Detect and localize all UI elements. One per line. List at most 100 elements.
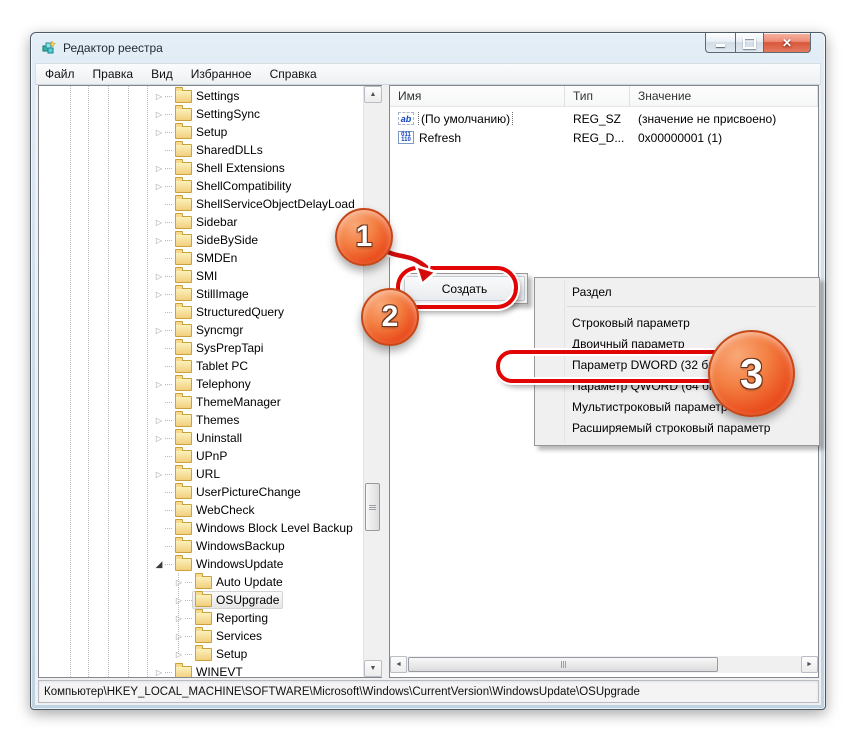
value-name-cell[interactable]: 011110Refresh bbox=[390, 131, 565, 145]
tree-item-group[interactable]: ShellServiceObjectDelayLoad bbox=[172, 195, 359, 213]
tree-item-group[interactable]: StillImage bbox=[172, 285, 253, 303]
submenu-item-3[interactable]: Строковый параметр bbox=[538, 312, 816, 333]
tree-item[interactable]: SharedDLLs bbox=[39, 141, 267, 159]
tree-item-group[interactable]: Setup bbox=[192, 645, 251, 663]
tree-item[interactable]: ▷ WINEVT bbox=[39, 663, 247, 678]
tree-item[interactable]: Windows Block Level Backup bbox=[39, 519, 357, 537]
tree-item[interactable]: ▷ SMI bbox=[39, 267, 221, 285]
expander-collapsed-icon[interactable]: ▷ bbox=[153, 272, 165, 281]
scroll-down-button[interactable]: ▼ bbox=[364, 660, 382, 677]
list-horizontal-scrollbar[interactable]: ◄ ► bbox=[390, 656, 818, 673]
submenu-item-8[interactable]: Расширяемый строковый параметр bbox=[538, 417, 816, 438]
tree-item-group[interactable]: UPnP bbox=[172, 447, 231, 465]
tree-vertical-scrollbar[interactable]: ▲ ▼ bbox=[363, 86, 382, 677]
tree-item[interactable]: ThemeManager bbox=[39, 393, 285, 411]
tree-item-group[interactable]: SideBySide bbox=[172, 231, 262, 249]
tree-item-group[interactable]: Sidebar bbox=[172, 213, 241, 231]
tree-item-group[interactable]: ShellCompatibility bbox=[172, 177, 295, 195]
menu-item-create[interactable]: Создать ▶ bbox=[404, 276, 525, 301]
tree-item-group[interactable]: Auto Update bbox=[192, 573, 287, 591]
value-name-cell[interactable]: ab(По умолчанию) bbox=[390, 112, 565, 126]
tree-item-group[interactable]: URL bbox=[172, 465, 224, 483]
tree-item[interactable]: ▷OSUpgrade bbox=[39, 591, 283, 609]
tree-item[interactable]: ▷Uninstall bbox=[39, 429, 246, 447]
tree-item-group[interactable]: SMI bbox=[172, 267, 221, 285]
titlebar[interactable]: Редактор реестра ✕ bbox=[31, 33, 825, 63]
column-header-3[interactable]: Значение bbox=[630, 86, 818, 106]
expander-expanded-icon[interactable]: ◢ bbox=[153, 559, 165, 570]
expander-collapsed-icon[interactable]: ▷ bbox=[153, 290, 165, 299]
tree-item-group[interactable]: UserPictureChange bbox=[172, 483, 305, 501]
column-header-2[interactable]: Тип bbox=[565, 86, 630, 106]
minimize-button[interactable] bbox=[705, 33, 735, 53]
value-row[interactable]: ab(По умолчанию)REG_SZ(значение не присв… bbox=[390, 109, 818, 128]
expander-collapsed-icon[interactable]: ▷ bbox=[153, 470, 165, 479]
expander-collapsed-icon[interactable]: ▷ bbox=[153, 182, 165, 191]
tree-item[interactable]: SMDEn bbox=[39, 249, 241, 267]
expander-collapsed-icon[interactable]: ▷ bbox=[173, 650, 185, 659]
tree-item-group[interactable]: ThemeManager bbox=[172, 393, 285, 411]
tree-item-group[interactable]: Setup bbox=[172, 123, 231, 141]
tree-item-group[interactable]: Shell Extensions bbox=[172, 159, 289, 177]
tree-item[interactable]: Tablet PC bbox=[39, 357, 252, 375]
tree-item[interactable]: SysPrepTapi bbox=[39, 339, 267, 357]
tree-item[interactable]: ShellServiceObjectDelayLoad bbox=[39, 195, 359, 213]
menubar-item-1[interactable]: Файл bbox=[36, 64, 84, 84]
tree-item-group[interactable]: Windows Block Level Backup bbox=[172, 519, 357, 537]
tree-item[interactable]: WindowsBackup bbox=[39, 537, 289, 555]
expander-collapsed-icon[interactable]: ▷ bbox=[173, 578, 185, 587]
tree-item[interactable]: ▷ Telephony bbox=[39, 375, 255, 393]
tree-item-group[interactable]: Settings bbox=[172, 87, 243, 105]
tree-item-group[interactable]: WebCheck bbox=[172, 501, 258, 519]
expander-collapsed-icon[interactable]: ▷ bbox=[153, 380, 165, 389]
value-row[interactable]: 011110RefreshREG_D...0x00000001 (1) bbox=[390, 128, 818, 147]
tree-item[interactable]: ▷ Setup bbox=[39, 645, 251, 663]
tree-item-group[interactable]: SettingSync bbox=[172, 105, 264, 123]
tree-item[interactable]: UPnP bbox=[39, 447, 231, 465]
tree-item[interactable]: ▷ SettingSync bbox=[39, 105, 264, 123]
tree-item[interactable]: ▷ Auto Update bbox=[39, 573, 287, 591]
registry-tree-panel[interactable]: ▷Settings▷SettingSync▷SetupSharedDLLs▷Sh… bbox=[38, 85, 382, 678]
expander-collapsed-icon[interactable]: ▷ bbox=[153, 668, 165, 677]
tree-item[interactable]: ▷ StillImage bbox=[39, 285, 253, 303]
tree-item-group[interactable]: WINEVT bbox=[172, 663, 247, 678]
expander-collapsed-icon[interactable]: ▷ bbox=[153, 326, 165, 335]
tree-item[interactable]: ▷Themes bbox=[39, 411, 243, 429]
tree-item[interactable]: ▷ Reporting bbox=[39, 609, 272, 627]
menubar-item-2[interactable]: Правка bbox=[84, 64, 143, 84]
submenu-item-1[interactable]: Раздел bbox=[538, 281, 816, 302]
scrollbar-thumb[interactable] bbox=[365, 483, 380, 531]
tree-item-group[interactable]: OSUpgrade bbox=[192, 591, 283, 609]
tree-item-group[interactable]: WindowsUpdate bbox=[172, 555, 287, 573]
tree-item-group[interactable]: Services bbox=[192, 627, 266, 645]
tree-item[interactable]: ▷Services bbox=[39, 627, 266, 645]
tree-item-group[interactable]: SharedDLLs bbox=[172, 141, 267, 159]
tree-item[interactable]: UserPictureChange bbox=[39, 483, 305, 501]
tree-item[interactable]: ▷ Shell Extensions bbox=[39, 159, 289, 177]
expander-collapsed-icon[interactable]: ▷ bbox=[173, 614, 185, 623]
menubar-item-4[interactable]: Избранное bbox=[182, 64, 261, 84]
maximize-button[interactable] bbox=[735, 33, 763, 53]
menubar-item-3[interactable]: Вид bbox=[142, 64, 182, 84]
expander-collapsed-icon[interactable]: ▷ bbox=[153, 236, 165, 245]
expander-collapsed-icon[interactable]: ▷ bbox=[153, 164, 165, 173]
expander-collapsed-icon[interactable]: ▷ bbox=[153, 416, 165, 425]
tree-item-group[interactable]: StructuredQuery bbox=[172, 303, 288, 321]
tree-item-group[interactable]: WindowsBackup bbox=[172, 537, 289, 555]
tree-item-group[interactable]: Reporting bbox=[192, 609, 272, 627]
tree-item[interactable]: ▷Syncmgr bbox=[39, 321, 247, 339]
tree-item[interactable]: ▷ Settings bbox=[39, 87, 243, 105]
tree-item[interactable]: StructuredQuery bbox=[39, 303, 288, 321]
tree-item[interactable]: ▷Sidebar bbox=[39, 213, 241, 231]
scrollbar-thumb[interactable] bbox=[408, 657, 718, 672]
tree-item-group[interactable]: Telephony bbox=[172, 375, 255, 393]
tree-item-group[interactable]: Tablet PC bbox=[172, 357, 252, 375]
scroll-left-button[interactable]: ◄ bbox=[390, 656, 407, 673]
expander-collapsed-icon[interactable]: ▷ bbox=[153, 110, 165, 119]
expander-collapsed-icon[interactable]: ▷ bbox=[153, 128, 165, 137]
expander-collapsed-icon[interactable]: ▷ bbox=[153, 92, 165, 101]
tree-item[interactable]: ▷ ShellCompatibility bbox=[39, 177, 295, 195]
tree-item[interactable]: WebCheck bbox=[39, 501, 258, 519]
menubar-item-5[interactable]: Справка bbox=[261, 64, 326, 84]
tree-item[interactable]: ▷ URL bbox=[39, 465, 224, 483]
